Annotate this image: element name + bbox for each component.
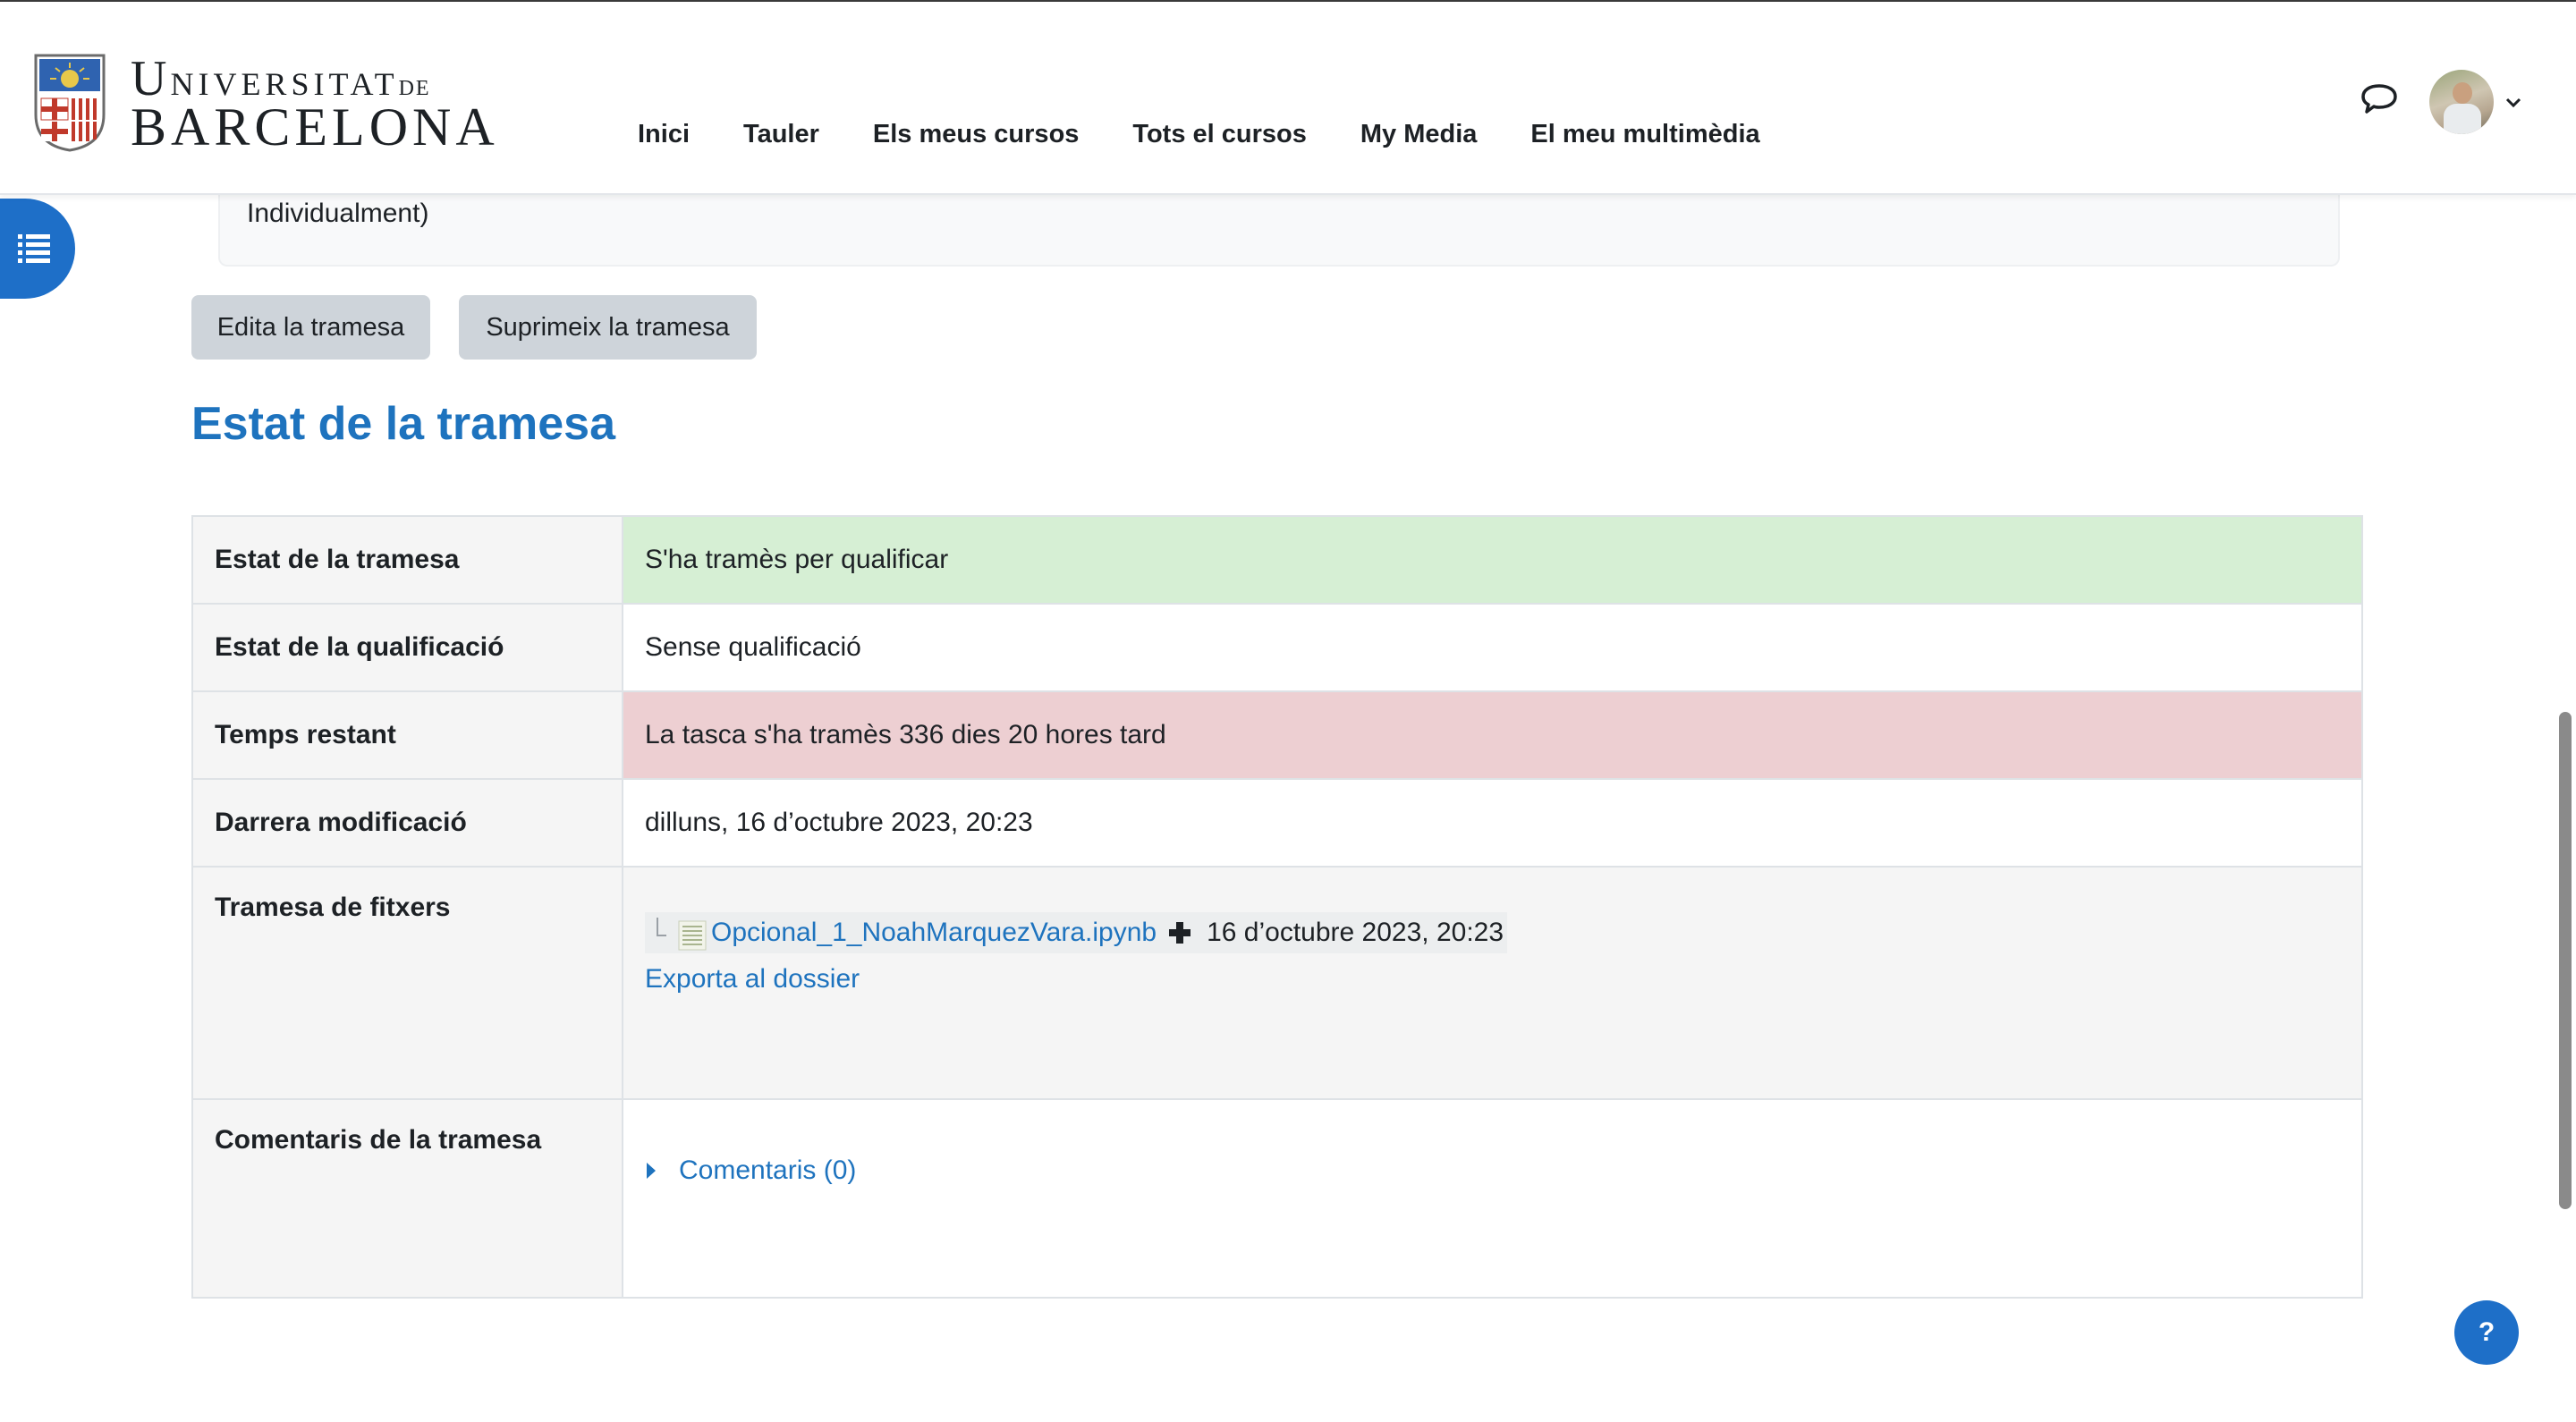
nav-item-inici[interactable]: Inici [638, 120, 690, 149]
submission-status-value: S'ha tramès per qualificar [622, 515, 2363, 605]
avatar-figure-body [2444, 104, 2481, 134]
list-icon [18, 234, 50, 263]
course-index-toggle-button[interactable] [0, 199, 75, 299]
nav-item-tauler[interactable]: Tauler [743, 120, 819, 149]
last-modified-value: dilluns, 16 d’octubre 2023, 20:23 [622, 778, 2363, 868]
avatar-figure-head [2453, 82, 2472, 104]
table-row: Comentaris de la tramesa Comentaris (0) [191, 1098, 2363, 1299]
submission-comments-cell: Comentaris (0) [622, 1098, 2363, 1299]
comments-count-label: Comentaris (0) [679, 1155, 857, 1185]
primary-navigation: Inici Tauler Els meus cursos Tots el cur… [638, 113, 1814, 156]
logo-word: NIVERSITAT [170, 66, 399, 102]
export-to-portfolio-link[interactable]: Exporta al dossier [645, 964, 2340, 995]
submission-status-heading: Estat de la tramesa [191, 398, 616, 450]
submitted-file-entry: Opcional_1_NoahMarquezVara.ipynb 16 d’oc… [645, 912, 1508, 953]
nav-item-my-media[interactable]: My Media [1360, 120, 1478, 149]
delete-submission-button[interactable]: Suprimeix la tramesa [459, 295, 757, 360]
table-row: Darrera modificació dilluns, 16 d’octubr… [191, 778, 2363, 868]
grading-status-value: Sense qualificació [622, 603, 2363, 692]
table-row: Estat de la qualificació Sense qualifica… [191, 603, 2363, 692]
row-label: Comentaris de la tramesa [191, 1098, 623, 1299]
row-label: Temps restant [191, 690, 623, 780]
comments-toggle-link[interactable]: Comentaris (0) [645, 1155, 856, 1186]
caret-right-icon [647, 1163, 656, 1179]
university-crest-icon [34, 54, 106, 152]
nav-item-my-courses[interactable]: Els meus cursos [873, 120, 1080, 149]
row-label: Darrera modificació [191, 778, 623, 868]
nav-item-all-courses[interactable]: Tots el cursos [1132, 120, 1306, 149]
row-label: Estat de la qualificació [191, 603, 623, 692]
user-avatar[interactable] [2429, 70, 2494, 134]
submission-status-table: Estat de la tramesa S'ha tramès per qual… [191, 515, 2363, 1299]
help-button[interactable]: ? [2454, 1300, 2519, 1365]
plus-icon[interactable] [1167, 920, 1192, 945]
speech-bubble-icon[interactable] [2360, 80, 2399, 116]
university-logo[interactable]: UNIVERSITATDE BARCELONA [32, 48, 495, 156]
table-row: Temps restant La tasca s'ha tramès 336 d… [191, 690, 2363, 780]
row-label: Tramesa de fitxers [191, 866, 623, 1100]
previous-info-text: Individualment) [247, 199, 429, 228]
submitted-file-date: 16 d’octubre 2023, 20:23 [1207, 918, 1504, 947]
time-remaining-value: La tasca s'ha tramès 336 dies 20 hores t… [622, 690, 2363, 780]
edit-submission-button[interactable]: Edita la tramesa [191, 295, 430, 360]
table-row: Estat de la tramesa S'ha tramès per qual… [191, 515, 2363, 605]
page-scrollbar-thumb[interactable] [2559, 712, 2572, 1209]
submitted-file-link[interactable]: Opcional_1_NoahMarquezVara.ipynb [711, 918, 1157, 948]
nav-item-my-multimedia[interactable]: El meu multimèdia [1530, 120, 1759, 149]
top-navbar: UNIVERSITATDE BARCELONA Inici Tauler Els… [0, 2, 2576, 195]
file-submissions-cell: Opcional_1_NoahMarquezVara.ipynb 16 d’oc… [622, 866, 2363, 1100]
document-icon [657, 918, 707, 951]
logo-text-line2: BARCELONA [131, 97, 499, 157]
chevron-down-icon[interactable] [2503, 91, 2524, 113]
row-label: Estat de la tramesa [191, 515, 623, 605]
table-row: Tramesa de fitxers Opcional_1_NoahMarque… [191, 866, 2363, 1100]
